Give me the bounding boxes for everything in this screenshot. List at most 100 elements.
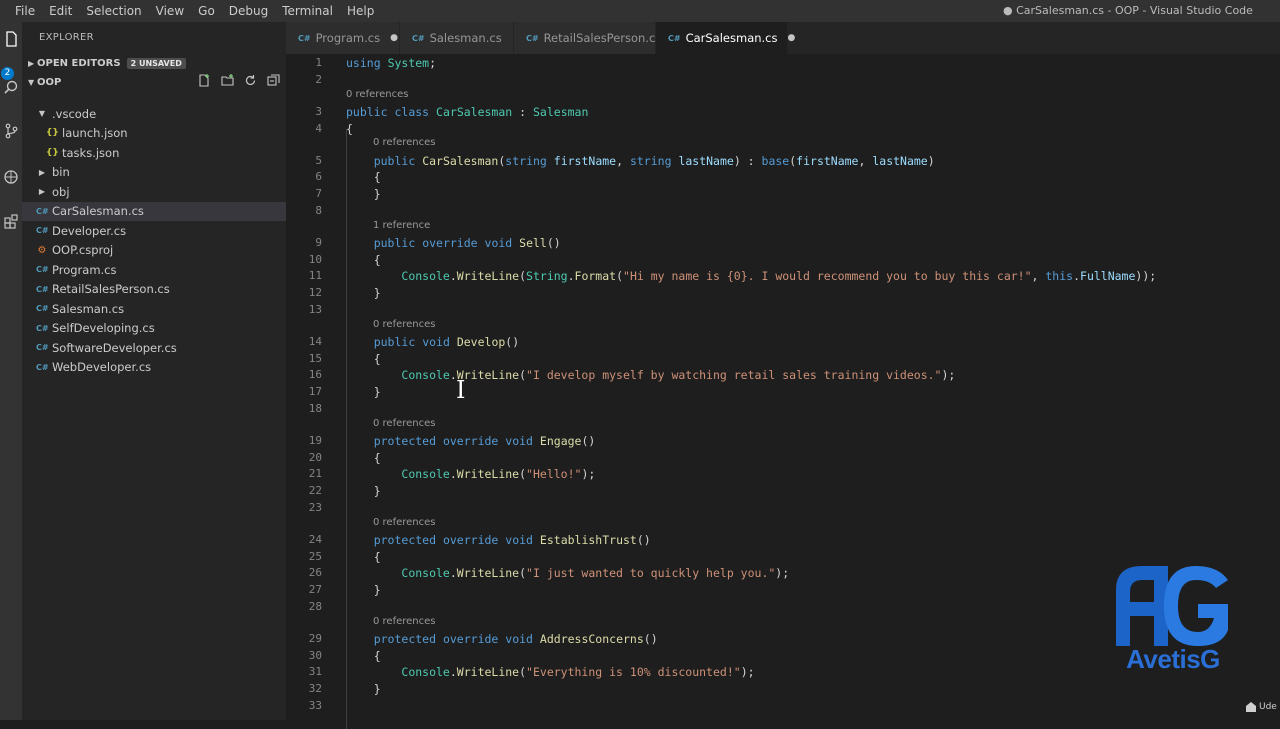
code-line[interactable]: } <box>346 682 381 696</box>
code-line[interactable]: { <box>346 649 381 663</box>
code-line[interactable]: { <box>346 170 381 184</box>
code-line[interactable]: Console.WriteLine("I just wanted to quic… <box>346 566 789 580</box>
codelens-references[interactable]: 0 references <box>373 616 436 627</box>
tree-item[interactable]: C# SoftwareDeveloper.cs <box>22 338 286 358</box>
menu-item-go[interactable]: Go <box>191 0 222 22</box>
codelens-references[interactable]: 0 references <box>373 319 436 330</box>
code-token: firstName <box>553 153 617 168</box>
csharp-file-icon: C# <box>412 33 425 43</box>
code-token: ( <box>519 665 527 680</box>
code-line[interactable]: { <box>346 451 381 465</box>
tab-carsalesman-cs[interactable]: C# CarSalesman.cs ● <box>656 22 795 54</box>
code-line[interactable]: protected override void EstablishTrust() <box>346 533 651 547</box>
menu-item-view[interactable]: View <box>149 0 191 22</box>
tree-item[interactable]: C# RetailSalesPerson.cs <box>22 280 286 300</box>
code-line[interactable]: } <box>346 484 381 498</box>
menu-item-help[interactable]: Help <box>340 0 381 22</box>
tree-item[interactable]: C# Program.cs <box>22 260 286 280</box>
line-number: 19 <box>308 433 322 447</box>
tab-program-cs[interactable]: C# Program.cs ● <box>286 22 400 54</box>
code-line[interactable]: } <box>346 187 381 201</box>
source-control-icon[interactable] <box>0 120 22 142</box>
code-line[interactable]: public class CarSalesman : Salesman <box>346 105 588 119</box>
menu-item-terminal[interactable]: Terminal <box>275 0 340 22</box>
code-token: ); <box>740 665 755 680</box>
line-number: 26 <box>308 566 322 580</box>
code-token: "Everything is 10% discounted!" <box>526 665 741 680</box>
code-line[interactable]: public override void Sell() <box>346 236 561 250</box>
code-line[interactable]: protected override void Engage() <box>346 433 596 448</box>
code-token: EstablishTrust <box>539 532 637 547</box>
tree-item[interactable]: C# CarSalesman.cs <box>22 201 286 221</box>
tree-item[interactable]: {} launch.json <box>22 124 286 144</box>
code-line[interactable]: protected override void AddressConcerns(… <box>346 632 658 646</box>
code-line[interactable]: public void Develop() <box>346 335 519 349</box>
codelens-references[interactable]: 0 references <box>373 517 436 528</box>
code-token: , <box>858 153 873 168</box>
code-line[interactable]: { <box>346 352 381 366</box>
code-token: Console <box>401 566 450 581</box>
code-token: Console <box>401 665 450 680</box>
open-editors-section[interactable]: ▶ OPEN EDITORS 2 UNSAVED <box>22 53 286 73</box>
code-token: lastName <box>678 153 734 168</box>
codelens-references[interactable]: 1 reference <box>373 220 430 231</box>
code-line[interactable]: Console.WriteLine("Everything is 10% dis… <box>346 665 755 680</box>
udemy-icon <box>1246 702 1256 712</box>
codelens-references[interactable]: 0 references <box>373 137 436 148</box>
code-line[interactable]: Console.WriteLine("I develop myself by w… <box>346 368 955 382</box>
code-line[interactable]: { <box>346 550 381 564</box>
watermark-text: AvetisG <box>1126 644 1220 674</box>
refresh-icon[interactable] <box>244 74 257 90</box>
code-line[interactable]: } <box>346 286 381 300</box>
code-token: { <box>346 450 381 465</box>
tree-item[interactable]: ⚙ OOP.csproj <box>22 241 286 261</box>
menu-item-debug[interactable]: Debug <box>222 0 275 22</box>
tree-item[interactable]: C# SelfDeveloping.cs <box>22 319 286 339</box>
tab-retailsalesperson-cs[interactable]: C# RetailSalesPerson.cs <box>514 22 661 54</box>
new-folder-icon[interactable] <box>221 74 234 90</box>
codelens-references[interactable]: 0 references <box>346 89 409 100</box>
code-token: protected <box>373 433 437 448</box>
code-token: string <box>629 153 672 168</box>
codelens-references[interactable]: 0 references <box>373 418 436 429</box>
unsaved-dot-icon[interactable]: ● <box>390 33 398 43</box>
code-token: () <box>581 433 596 448</box>
code-line[interactable]: Console.WriteLine(String.Format("Hi my n… <box>346 269 1156 283</box>
extensions-icon[interactable] <box>0 210 22 232</box>
menu-item-edit[interactable]: Edit <box>42 0 79 22</box>
search-icon[interactable] <box>0 76 22 98</box>
tree-item[interactable]: C# Developer.cs <box>22 221 286 241</box>
code-token: WriteLine <box>456 566 520 581</box>
tab-salesman-cs[interactable]: C# Salesman.cs <box>400 22 514 54</box>
code-line[interactable]: } <box>346 583 381 597</box>
code-token: base <box>761 153 790 168</box>
tree-item[interactable]: {} tasks.json <box>22 143 286 163</box>
tree-item[interactable]: C# Salesman.cs <box>22 299 286 319</box>
files-icon[interactable] <box>0 28 22 50</box>
code-token: . <box>449 467 457 482</box>
tree-item[interactable]: C# WebDeveloper.cs <box>22 358 286 378</box>
code-line[interactable]: { <box>346 253 381 267</box>
tab-label: RetailSalesPerson.cs <box>543 31 662 45</box>
tree-item-label: tasks.json <box>62 145 120 160</box>
code-line[interactable]: { <box>346 122 353 136</box>
line-number: 7 <box>315 187 322 200</box>
code-line[interactable]: public CarSalesman(string firstName, str… <box>346 154 935 168</box>
folder-section-oop[interactable]: ▼ OOP <box>22 72 286 92</box>
code-line[interactable]: } <box>346 385 381 399</box>
menu-item-selection[interactable]: Selection <box>79 0 148 22</box>
unsaved-dot-icon[interactable]: ● <box>788 33 796 43</box>
tree-item-label: RetailSalesPerson.cs <box>52 282 170 297</box>
csharp-file-icon: C# <box>36 284 49 294</box>
tree-item[interactable]: ▶ obj <box>22 182 286 202</box>
collapse-all-icon[interactable] <box>267 74 280 90</box>
code-line[interactable]: Console.WriteLine("Hello!"); <box>346 467 595 481</box>
code-line[interactable]: using System; <box>346 56 436 70</box>
tree-item[interactable]: ▶ bin <box>22 163 286 183</box>
new-file-icon[interactable] <box>198 74 211 90</box>
tree-item[interactable]: ▼ .vscode <box>22 104 286 124</box>
menu-item-file[interactable]: File <box>8 0 42 22</box>
chevron-down-icon: ▼ <box>28 77 35 87</box>
debug-icon[interactable] <box>0 166 22 188</box>
